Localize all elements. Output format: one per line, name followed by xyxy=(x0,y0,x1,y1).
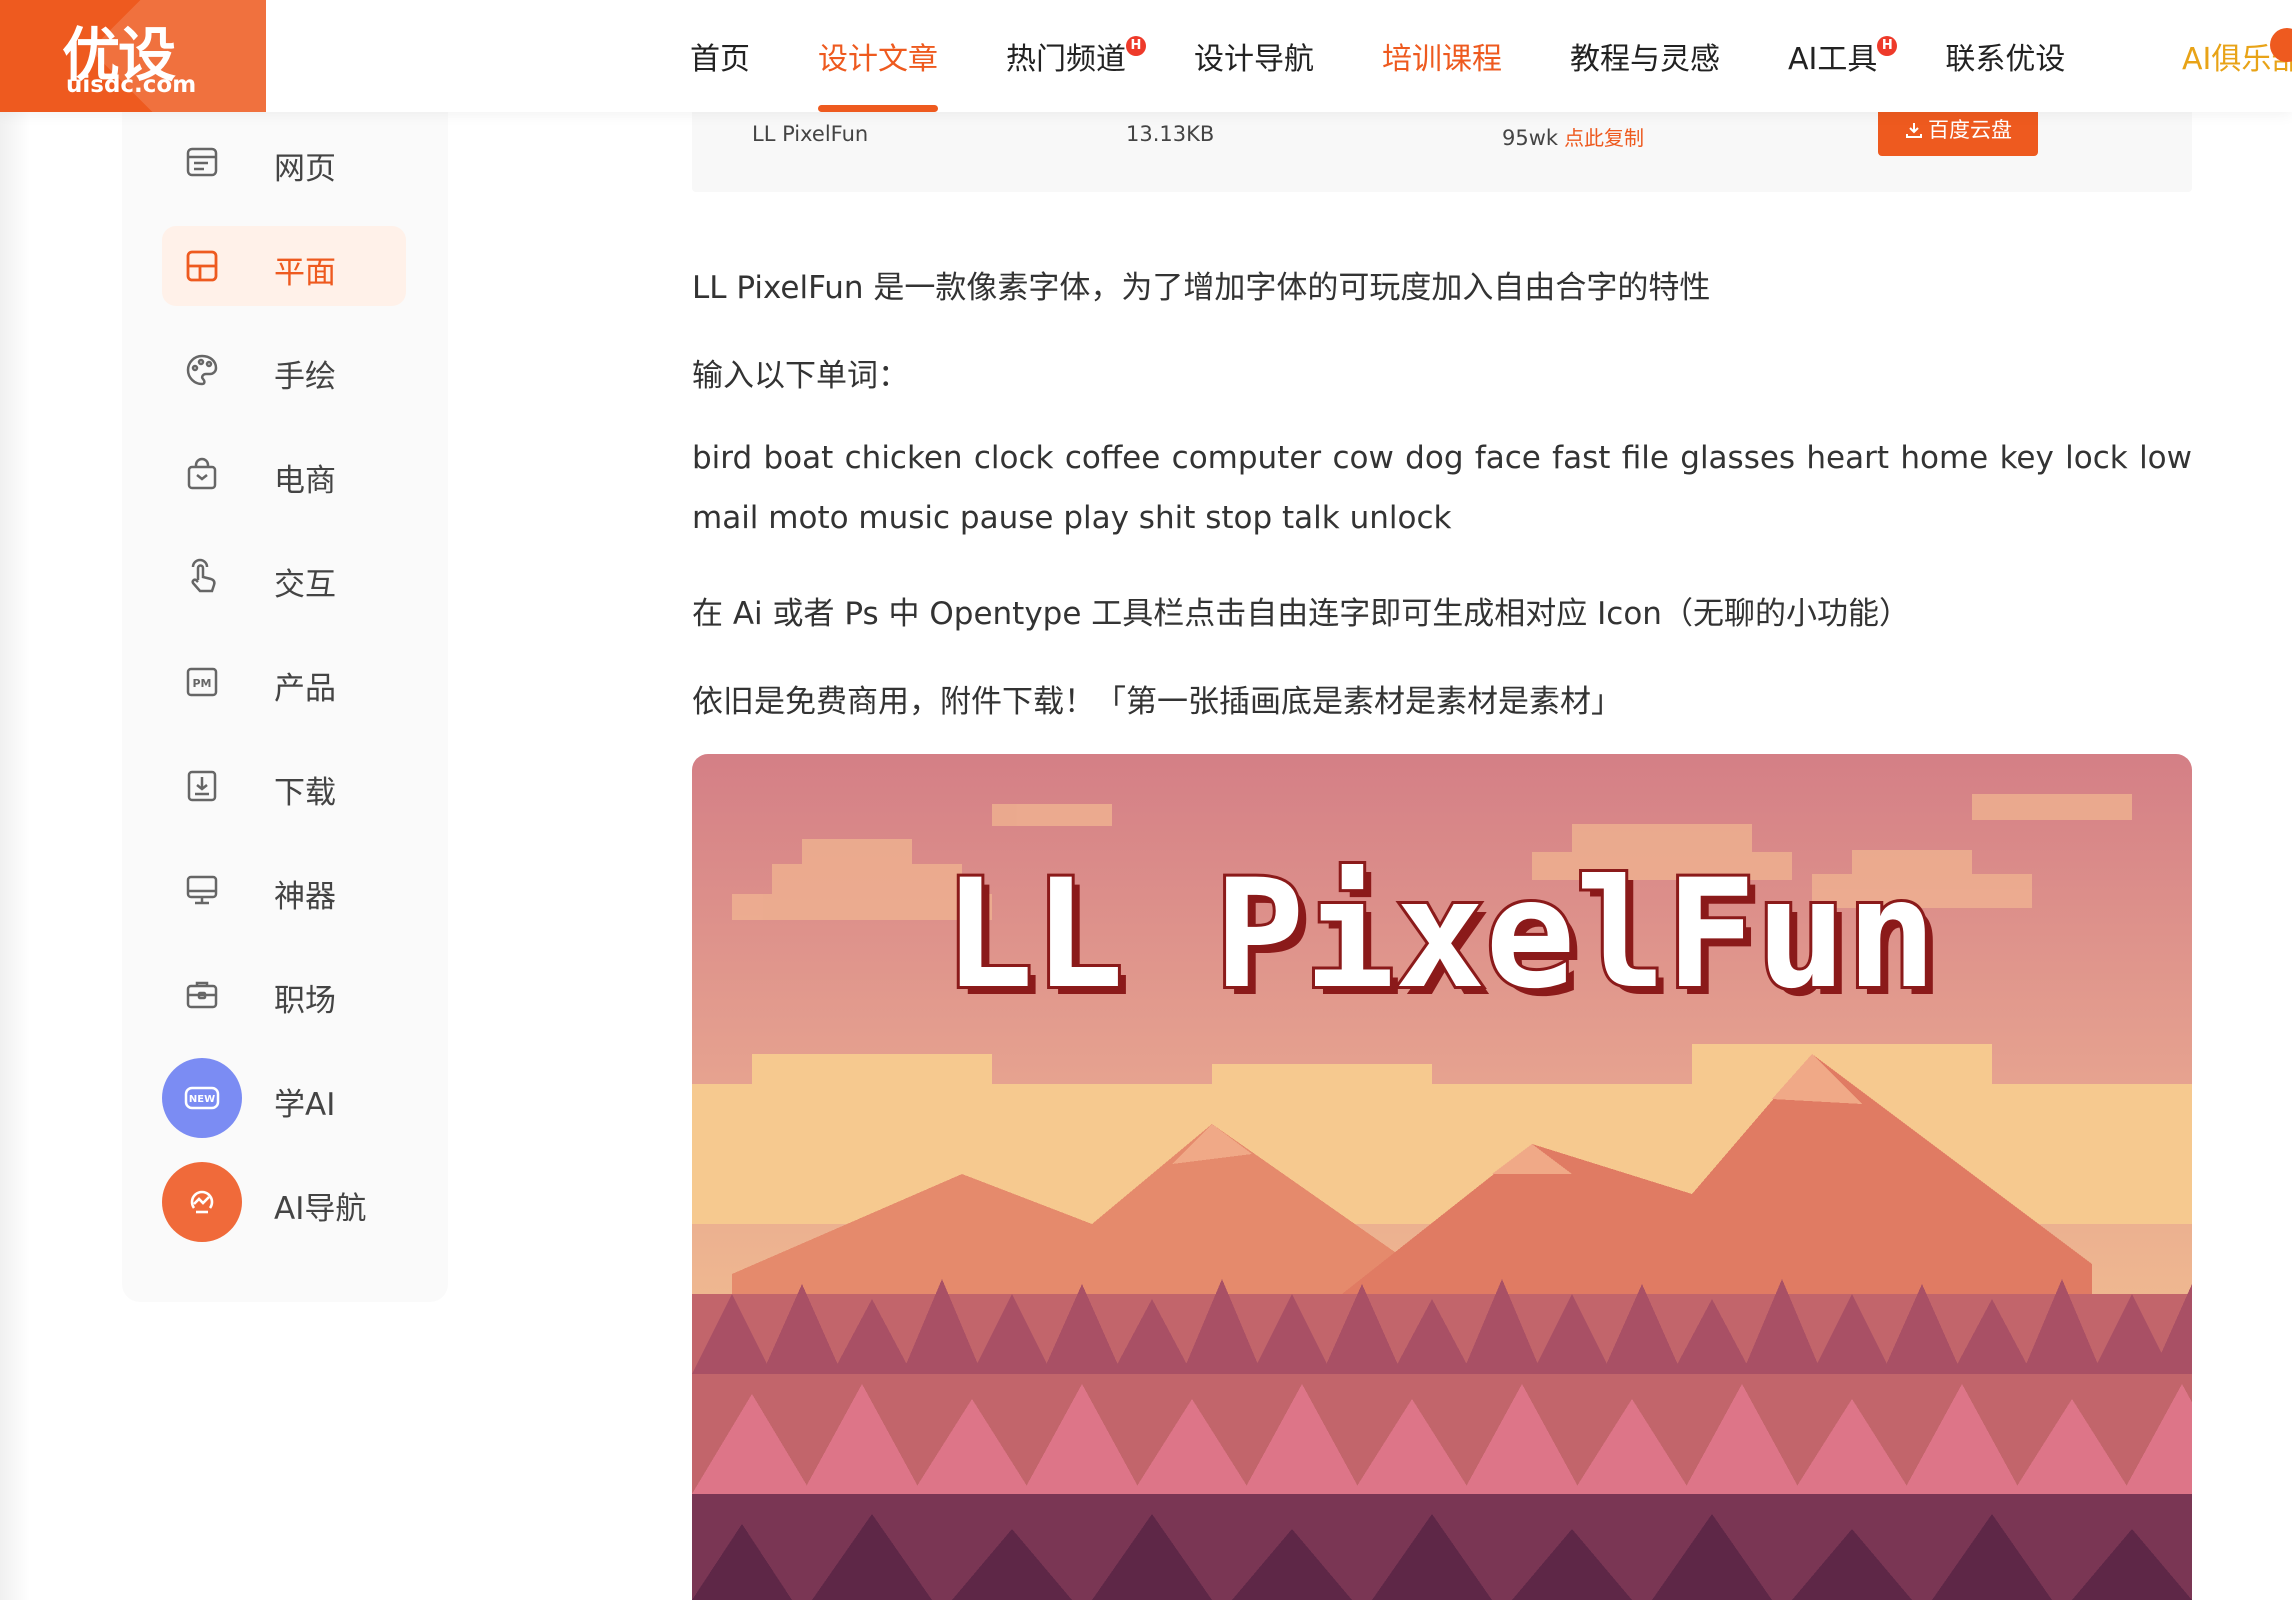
nav-design-articles-label: 设计文章 xyxy=(818,42,938,77)
briefcase-icon xyxy=(182,974,222,1014)
article-paragraph: LL PixelFun 是一款像素字体，为了增加字体的可玩度加入自由合字的特性 xyxy=(692,270,1711,306)
pm-icon: PM xyxy=(182,662,222,702)
sidebar-item-label: 学AI xyxy=(274,1087,336,1123)
sidebar-item-ecommerce[interactable]: 电商 xyxy=(162,434,406,514)
sidebar-item-label: 平面 xyxy=(274,255,336,291)
palette-icon xyxy=(182,350,222,390)
sidebar-item-label: 下载 xyxy=(274,775,336,811)
sidebar-item-download[interactable]: 下载 xyxy=(162,746,406,826)
hero-illustration: LL PixelFun LL PixelFun xyxy=(692,754,2192,1600)
font-name: LL PixelFun xyxy=(752,122,869,146)
nav-home-label: 首页 xyxy=(690,42,750,77)
nav-ai-tools[interactable]: AI工具 H xyxy=(1788,0,1898,112)
hero-title-text: LL PixelFun LL PixelFun xyxy=(940,845,1944,1030)
download-icon xyxy=(182,766,222,806)
sidebar-item-learn-ai[interactable]: NEW 学AI xyxy=(162,1058,406,1138)
nav-contact[interactable]: 联系优设 xyxy=(1945,0,2065,112)
sidebar-item-graphic[interactable]: 平面 xyxy=(162,226,406,306)
nav-contact-label: 联系优设 xyxy=(1945,42,2066,77)
new-badge-icon: NEW xyxy=(162,1058,242,1138)
nav-tutorials[interactable]: 教程与灵感 xyxy=(1570,0,1720,112)
nav-ai-tools-label: AI工具 xyxy=(1788,42,1878,77)
nav-design-navigation[interactable]: 设计导航 xyxy=(1194,0,1314,112)
shopping-bag-icon xyxy=(182,454,222,494)
site-logo[interactable]: 优设 uisdc.com xyxy=(0,0,266,112)
monitor-icon xyxy=(182,870,222,910)
svg-text:LL PixelFun: LL PixelFun xyxy=(943,848,1936,1022)
svg-text:NEW: NEW xyxy=(189,1094,215,1105)
sidebar-item-label: 交互 xyxy=(274,567,336,603)
pixel-landscape: LL PixelFun LL PixelFun xyxy=(692,754,2192,1600)
layout-icon xyxy=(182,246,222,286)
hot-badge: H xyxy=(1877,36,1898,56)
extract-code-value: 95wk xyxy=(1502,126,1559,150)
sidebar-item-ai-nav[interactable]: AI导航 xyxy=(162,1162,406,1242)
article-paragraph: 依旧是免费商用，附件下载！「第一张插画底是素材是素材是素材」 xyxy=(692,684,1622,720)
sidebar-item-interaction[interactable]: 交互 xyxy=(162,538,406,618)
main-nav: 首页 设计文章 热门频道 H 设计导航 培训课程 教程与灵感 AI工具 H 联系优设 xyxy=(690,0,2133,112)
webpage-icon xyxy=(182,142,222,182)
sidebar-item-label: 神器 xyxy=(274,879,336,915)
nav-hot-channels-label: 热门频道 xyxy=(1006,42,1126,77)
nav-training-courses[interactable]: 培训课程 xyxy=(1382,0,1502,112)
sidebar-item-career[interactable]: 职场 xyxy=(162,954,406,1034)
sidebar-item-handdrawn[interactable]: 手绘 xyxy=(162,330,406,410)
nav-design-navigation-label: 设计导航 xyxy=(1194,42,1314,77)
hot-badge: H xyxy=(1126,36,1146,56)
article-paragraph: 输入以下单词： xyxy=(692,358,909,394)
category-sidebar: 网页 平面 手绘 电商 交互 PM 产品 下载 神器 职场 NEW 学AI AI… xyxy=(122,80,448,1302)
ai-nav-icon xyxy=(162,1162,242,1242)
sidebar-item-label: 产品 xyxy=(274,671,336,707)
svg-text:PM: PM xyxy=(192,677,211,690)
sidebar-item-label: AI导航 xyxy=(274,1191,367,1227)
sidebar-item-webpage[interactable]: 网页 xyxy=(162,122,406,202)
sidebar-item-label: 职场 xyxy=(274,983,336,1019)
top-navbar: 优设 uisdc.com 首页 设计文章 热门频道 H 设计导航 培训课程 教程与… xyxy=(0,0,2292,112)
sidebar-item-product[interactable]: PM 产品 xyxy=(162,642,406,722)
baidu-download-label: 百度云盘 xyxy=(1928,118,2012,142)
nav-home[interactable]: 首页 xyxy=(690,0,750,112)
sidebar-item-label: 电商 xyxy=(274,463,336,499)
nav-design-articles[interactable]: 设计文章 xyxy=(818,0,938,112)
copy-code-link[interactable]: 点此复制 xyxy=(1564,126,1644,150)
download-icon xyxy=(1906,123,1922,138)
sidebar-item-tools[interactable]: 神器 xyxy=(162,850,406,930)
extract-code: 95wk 点此复制 xyxy=(1502,122,1644,151)
sidebar-item-label: 手绘 xyxy=(274,359,336,395)
file-size: 13.13KB xyxy=(1126,122,1215,146)
hand-pointer-icon xyxy=(182,558,222,598)
sidebar-item-label: 网页 xyxy=(274,151,336,187)
nav-training-courses-label: 培训课程 xyxy=(1382,42,1502,77)
article-paragraph: 在 Ai 或者 Ps 中 Opentype 工具栏点击自由连字即可生成相对应 I… xyxy=(692,596,1910,632)
nav-hot-channels[interactable]: 热门频道 H xyxy=(1006,0,1146,112)
ligature-word-list: bird boat chicken clock coffee computer … xyxy=(692,440,2192,536)
sidebar-shadow xyxy=(0,112,30,1600)
logo-domain: uisdc.com xyxy=(66,72,197,98)
nav-tutorials-label: 教程与灵感 xyxy=(1570,42,1720,77)
